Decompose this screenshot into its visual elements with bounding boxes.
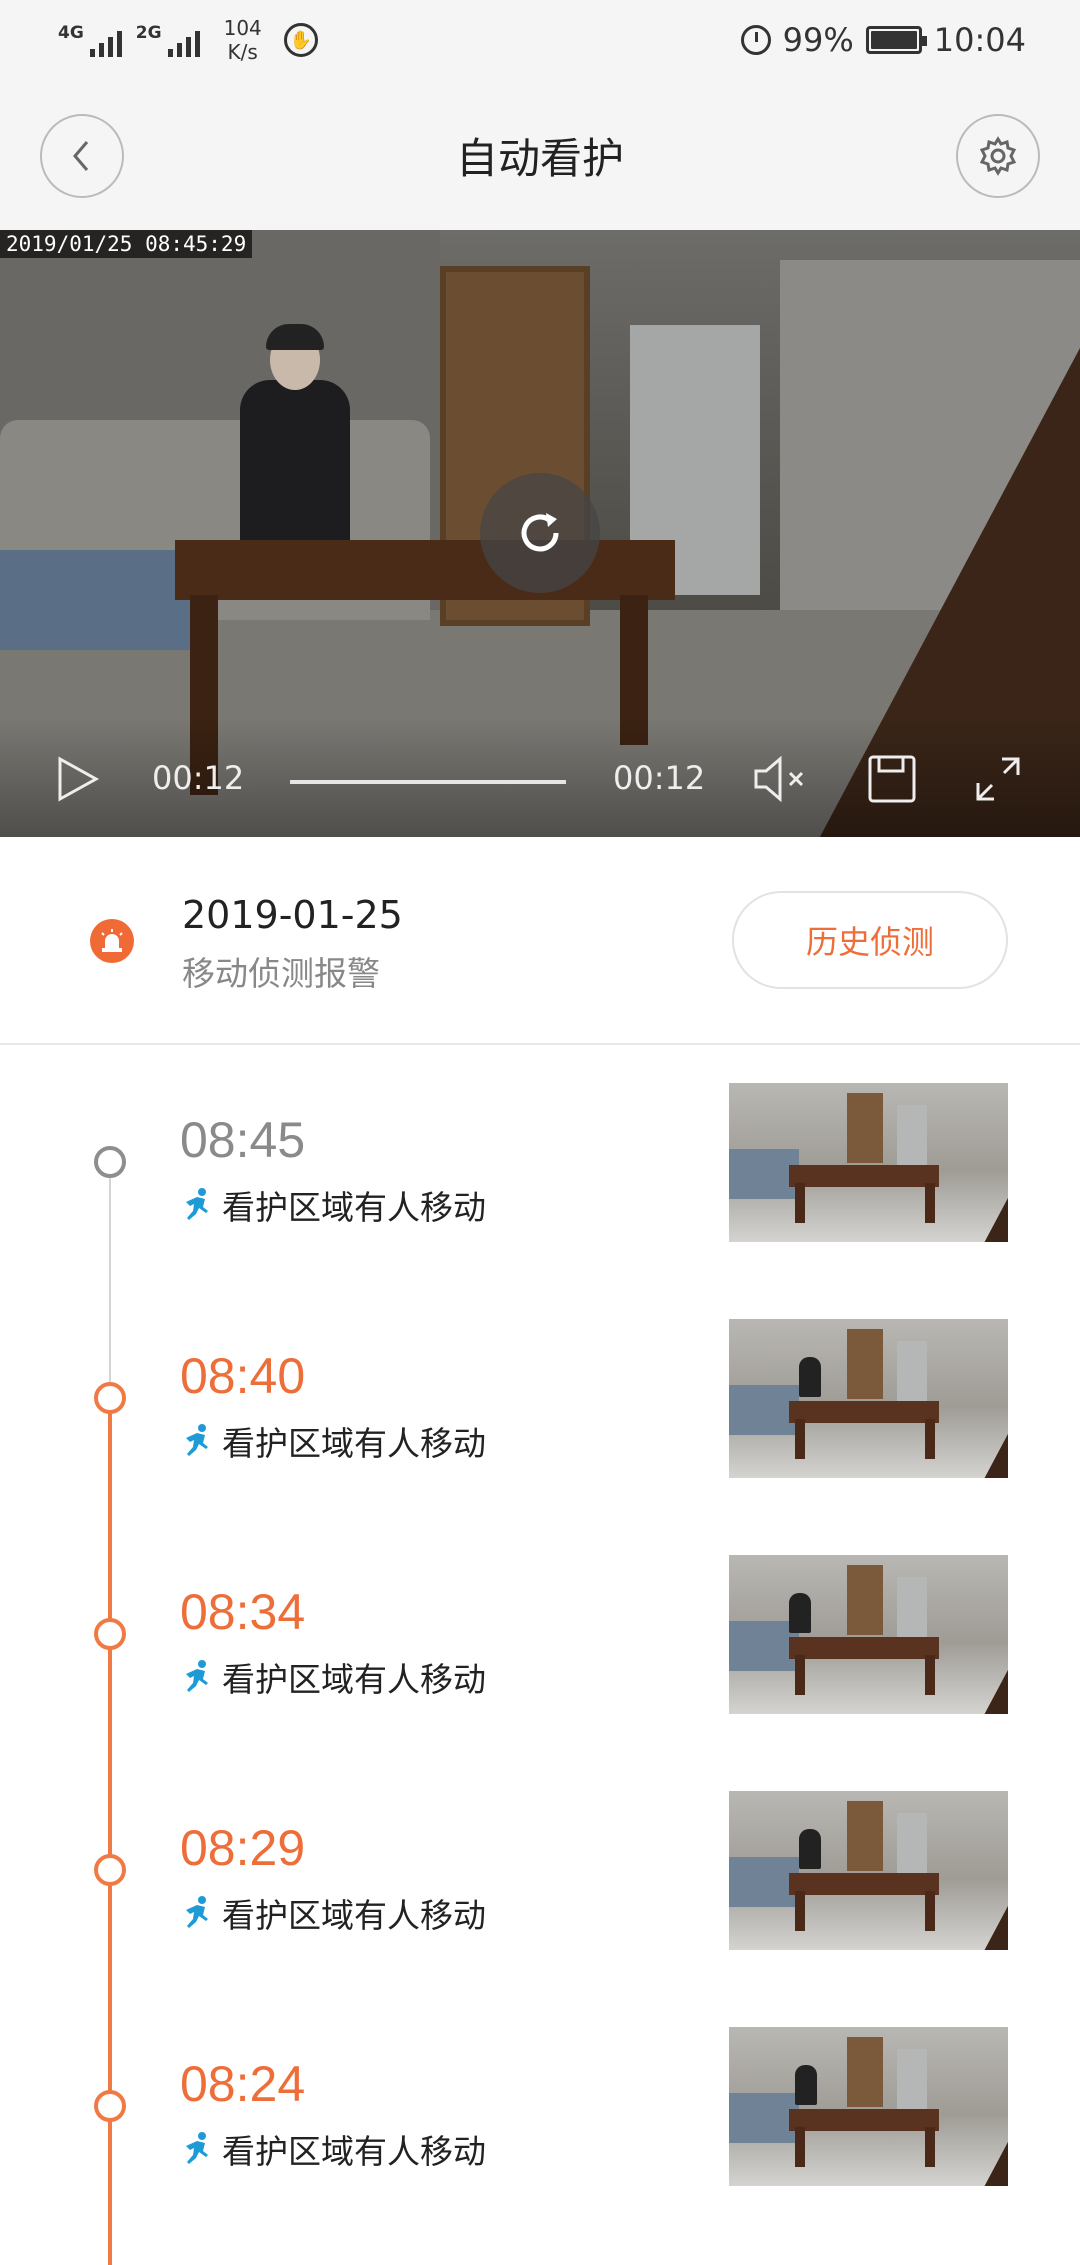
refresh-icon (521, 513, 559, 552)
running-person-icon (186, 1896, 208, 1928)
reload-button[interactable] (480, 473, 600, 593)
nav-bar: 自动看护 (0, 80, 1080, 230)
event-description-text: 看护区域有人移动 (222, 1424, 486, 1463)
running-person-icon (186, 1660, 208, 1692)
play-button[interactable] (56, 755, 100, 803)
timeline-dot (94, 1382, 126, 1414)
status-bar-right: 99% 10:04 (740, 21, 1026, 59)
alarm-clock-icon (740, 25, 771, 55)
event-item[interactable]: 08:45 看护区域有人移动 (0, 1045, 1080, 1281)
event-time: 08:34 (180, 1584, 306, 1640)
event-description: 看护区域有人移动 (180, 1653, 486, 1701)
settings-button[interactable] (956, 114, 1040, 198)
timeline-dot (94, 1854, 126, 1886)
fullscreen-button[interactable] (974, 755, 1022, 803)
event-time: 08:29 (180, 1820, 306, 1876)
history-detection-button[interactable]: 历史侦测 (732, 891, 1008, 989)
save-button[interactable] (866, 753, 918, 805)
running-person-icon (186, 2132, 208, 2164)
network-type-1: 4G (58, 23, 84, 43)
event-description-text: 看护区域有人移动 (222, 1896, 486, 1935)
signal-2g-icon: 2G (136, 23, 200, 57)
event-item[interactable]: 08:34 看护区域有人移动 (0, 1517, 1080, 1753)
save-disk-icon (868, 755, 916, 803)
event-time: 08:45 (180, 1112, 306, 1168)
video-controls: 00:12 00:12 (0, 717, 1080, 837)
status-bar-left: 4G 2G 104 K/s ✋ (58, 16, 318, 64)
speaker-muted-icon (754, 755, 804, 803)
event-item[interactable]: 08:29 看护区域有人移动 (0, 1753, 1080, 1989)
progress-bar[interactable] (290, 780, 566, 784)
timeline-dot (94, 2090, 126, 2122)
fullscreen-icon (976, 757, 1020, 801)
event-description: 看护区域有人移动 (180, 1417, 486, 1465)
alarm-siren-icon (90, 919, 134, 963)
hand-icon: ✋ (283, 23, 318, 57)
event-description: 看护区域有人移动 (180, 1889, 486, 1937)
running-person-icon (186, 1424, 208, 1456)
video-timestamp: 2019/01/25 08:45:29 (0, 230, 253, 258)
network-speed: 104 K/s (224, 16, 262, 64)
event-description-text: 看护区域有人移动 (222, 2132, 486, 2171)
battery-percent: 99% (782, 21, 854, 59)
event-thumbnail[interactable] (729, 1319, 1008, 1478)
event-thumbnail[interactable] (729, 1083, 1008, 1242)
speed-value: 104 (223, 16, 262, 40)
event-time: 08:40 (180, 1348, 306, 1404)
alert-type: 移动侦测报警 (182, 954, 380, 993)
speed-unit: K/s (227, 40, 258, 64)
mute-button[interactable] (752, 755, 810, 803)
event-description-text: 看护区域有人移动 (222, 1188, 486, 1227)
event-item[interactable]: 08:24 看护区域有人移动 (0, 1989, 1080, 2225)
alert-date: 2019-01-25 (182, 893, 403, 937)
page-title: 自动看护 (455, 133, 624, 183)
battery-icon (865, 26, 927, 54)
event-thumbnail[interactable] (729, 1555, 1008, 1714)
event-timeline: 08:45 看护区域有人移动 08:40 看护区域有人移动 08:34 看护区域… (0, 1045, 1080, 2265)
event-description: 看护区域有人移动 (180, 1181, 486, 1229)
timeline-dot (94, 1618, 126, 1650)
gear-icon (979, 136, 1017, 176)
signal-4g-icon: 4G (58, 23, 122, 57)
running-person-icon (186, 1188, 208, 1220)
event-description: 看护区域有人移动 (180, 2125, 486, 2173)
event-time: 08:24 (180, 2056, 306, 2112)
event-item[interactable]: 08:40 看护区域有人移动 (0, 1281, 1080, 1517)
current-time: 00:12 (152, 759, 245, 797)
event-thumbnail[interactable] (729, 1791, 1008, 1950)
event-description-text: 看护区域有人移动 (222, 1660, 486, 1699)
chevron-left-icon (73, 141, 89, 171)
clock: 10:04 (933, 21, 1026, 59)
status-bar: 4G 2G 104 K/s ✋ 99% 10:04 (0, 0, 1080, 80)
video-player[interactable]: 2019/01/25 08:45:29 00:12 00:12 (0, 230, 1080, 837)
timeline-dot (94, 1146, 126, 1178)
alert-summary: 2019-01-25 移动侦测报警 历史侦测 (0, 837, 1080, 1045)
progress-fill (290, 780, 566, 784)
total-time: 00:12 (613, 759, 706, 797)
event-thumbnail[interactable] (729, 2027, 1008, 2186)
play-icon (58, 756, 100, 802)
back-button[interactable] (40, 114, 124, 198)
network-type-2: 2G (135, 23, 162, 43)
